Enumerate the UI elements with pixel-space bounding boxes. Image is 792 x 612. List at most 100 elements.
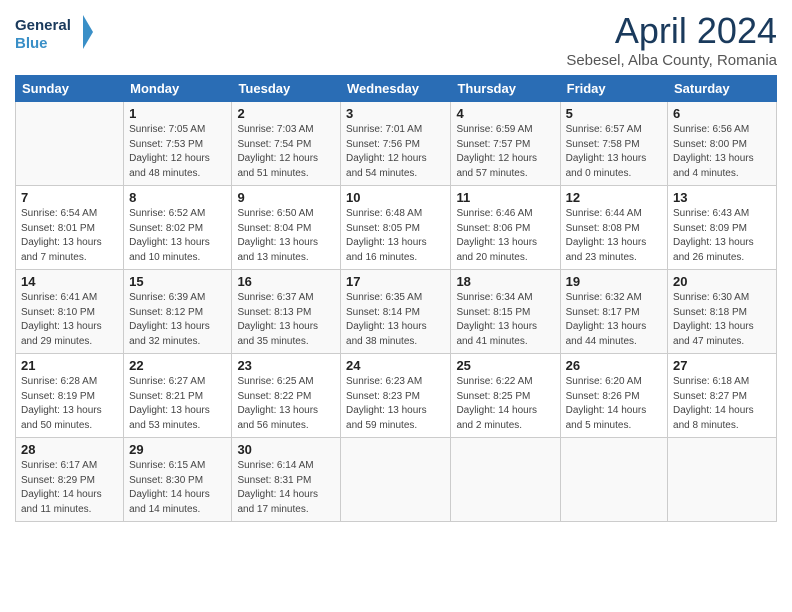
day-info: Sunrise: 6:46 AMSunset: 8:06 PMDaylight:…	[456, 207, 554, 265]
calendar-cell	[668, 438, 777, 522]
calendar-cell: 1 Sunrise: 7:05 AMSunset: 7:53 PMDaylight…	[124, 102, 232, 186]
calendar-table: SundayMondayTuesdayWednesdayThursdayFrid…	[15, 75, 777, 522]
day-info: Sunrise: 6:30 AMSunset: 8:18 PMDaylight:…	[673, 291, 771, 349]
day-info: Sunrise: 6:22 AMSunset: 8:25 PMDaylight:…	[456, 375, 554, 433]
header-row: SundayMondayTuesdayWednesdayThursdayFrid…	[16, 76, 777, 102]
calendar-cell: 2 Sunrise: 7:03 AMSunset: 7:54 PMDaylight…	[232, 102, 341, 186]
calendar-cell: 12 Sunrise: 6:44 AMSunset: 8:08 PMDayligh…	[560, 186, 667, 270]
day-number: 2	[237, 106, 335, 121]
calendar-cell: 24 Sunrise: 6:23 AMSunset: 8:23 PMDayligh…	[341, 354, 451, 438]
calendar-cell	[451, 438, 560, 522]
day-number: 28	[21, 442, 118, 457]
day-info: Sunrise: 6:43 AMSunset: 8:09 PMDaylight:…	[673, 207, 771, 265]
day-info: Sunrise: 6:32 AMSunset: 8:17 PMDaylight:…	[566, 291, 662, 349]
day-number: 6	[673, 106, 771, 121]
calendar-week-row: 21 Sunrise: 6:28 AMSunset: 8:19 PMDayligh…	[16, 354, 777, 438]
day-number: 10	[346, 190, 445, 205]
day-number: 13	[673, 190, 771, 205]
day-info: Sunrise: 6:37 AMSunset: 8:13 PMDaylight:…	[237, 291, 335, 349]
calendar-cell	[16, 102, 124, 186]
day-info: Sunrise: 6:25 AMSunset: 8:22 PMDaylight:…	[237, 375, 335, 433]
day-info: Sunrise: 6:20 AMSunset: 8:26 PMDaylight:…	[566, 375, 662, 433]
calendar-week-row: 14 Sunrise: 6:41 AMSunset: 8:10 PMDayligh…	[16, 270, 777, 354]
day-info: Sunrise: 6:14 AMSunset: 8:31 PMDaylight:…	[237, 459, 335, 517]
day-info: Sunrise: 7:01 AMSunset: 7:56 PMDaylight:…	[346, 123, 445, 181]
calendar-cell: 30Sunrise: 6:14 AMSunset: 8:31 PMDayligh…	[232, 438, 341, 522]
calendar-cell: 29Sunrise: 6:15 AMSunset: 8:30 PMDayligh…	[124, 438, 232, 522]
logo: General Blue	[15, 10, 95, 55]
header-day: Saturday	[668, 76, 777, 102]
day-info: Sunrise: 6:56 AMSunset: 8:00 PMDaylight:…	[673, 123, 771, 181]
day-info: Sunrise: 6:17 AMSunset: 8:29 PMDaylight:…	[21, 459, 118, 517]
day-info: Sunrise: 7:03 AMSunset: 7:54 PMDaylight:…	[237, 123, 335, 181]
day-info: Sunrise: 6:54 AMSunset: 8:01 PMDaylight:…	[21, 207, 118, 265]
header: General Blue April 2024 Sebesel, Alba Co…	[15, 10, 777, 69]
day-info: Sunrise: 6:23 AMSunset: 8:23 PMDaylight:…	[346, 375, 445, 433]
day-info: Sunrise: 6:50 AMSunset: 8:04 PMDaylight:…	[237, 207, 335, 265]
calendar-week-row: 7 Sunrise: 6:54 AMSunset: 8:01 PMDaylight…	[16, 186, 777, 270]
day-info: Sunrise: 6:52 AMSunset: 8:02 PMDaylight:…	[129, 207, 226, 265]
calendar-cell: 16 Sunrise: 6:37 AMSunset: 8:13 PMDayligh…	[232, 270, 341, 354]
calendar-cell: 6 Sunrise: 6:56 AMSunset: 8:00 PMDaylight…	[668, 102, 777, 186]
calendar-cell: 14 Sunrise: 6:41 AMSunset: 8:10 PMDayligh…	[16, 270, 124, 354]
header-day: Monday	[124, 76, 232, 102]
day-info: Sunrise: 7:05 AMSunset: 7:53 PMDaylight:…	[129, 123, 226, 181]
day-number: 14	[21, 274, 118, 289]
day-number: 17	[346, 274, 445, 289]
day-number: 1	[129, 106, 226, 121]
location: Sebesel, Alba County, Romania	[566, 52, 777, 69]
header-day: Tuesday	[232, 76, 341, 102]
day-number: 15	[129, 274, 226, 289]
calendar-cell: 28 Sunrise: 6:17 AMSunset: 8:29 PMDayligh…	[16, 438, 124, 522]
day-info: Sunrise: 6:39 AMSunset: 8:12 PMDaylight:…	[129, 291, 226, 349]
day-number: 12	[566, 190, 662, 205]
day-number: 11	[456, 190, 554, 205]
day-number: 23	[237, 358, 335, 373]
day-info: Sunrise: 6:27 AMSunset: 8:21 PMDaylight:…	[129, 375, 226, 433]
day-info: Sunrise: 6:44 AMSunset: 8:08 PMDaylight:…	[566, 207, 662, 265]
day-number: 19	[566, 274, 662, 289]
calendar-cell: 21 Sunrise: 6:28 AMSunset: 8:19 PMDayligh…	[16, 354, 124, 438]
calendar-cell: 13 Sunrise: 6:43 AMSunset: 8:09 PMDayligh…	[668, 186, 777, 270]
day-number: 18	[456, 274, 554, 289]
calendar-body: 1 Sunrise: 7:05 AMSunset: 7:53 PMDaylight…	[16, 102, 777, 522]
day-number: 3	[346, 106, 445, 121]
calendar-cell: 4 Sunrise: 6:59 AMSunset: 7:57 PMDaylight…	[451, 102, 560, 186]
day-number: 4	[456, 106, 554, 121]
day-number: 16	[237, 274, 335, 289]
day-info: Sunrise: 6:35 AMSunset: 8:14 PMDaylight:…	[346, 291, 445, 349]
calendar-cell: 10Sunrise: 6:48 AMSunset: 8:05 PMDayligh…	[341, 186, 451, 270]
day-number: 27	[673, 358, 771, 373]
calendar-cell: 3 Sunrise: 7:01 AMSunset: 7:56 PMDaylight…	[341, 102, 451, 186]
day-info: Sunrise: 6:15 AMSunset: 8:30 PMDaylight:…	[129, 459, 226, 517]
calendar-header: SundayMondayTuesdayWednesdayThursdayFrid…	[16, 76, 777, 102]
logo-svg: General Blue	[15, 10, 95, 55]
header-day: Wednesday	[341, 76, 451, 102]
calendar-cell: 23 Sunrise: 6:25 AMSunset: 8:22 PMDayligh…	[232, 354, 341, 438]
day-number: 21	[21, 358, 118, 373]
day-number: 8	[129, 190, 226, 205]
day-info: Sunrise: 6:28 AMSunset: 8:19 PMDaylight:…	[21, 375, 118, 433]
calendar-cell: 22 Sunrise: 6:27 AMSunset: 8:21 PMDayligh…	[124, 354, 232, 438]
day-info: Sunrise: 6:34 AMSunset: 8:15 PMDaylight:…	[456, 291, 554, 349]
day-number: 22	[129, 358, 226, 373]
day-number: 9	[237, 190, 335, 205]
day-info: Sunrise: 6:41 AMSunset: 8:10 PMDaylight:…	[21, 291, 118, 349]
calendar-cell	[560, 438, 667, 522]
day-info: Sunrise: 6:57 AMSunset: 7:58 PMDaylight:…	[566, 123, 662, 181]
day-number: 20	[673, 274, 771, 289]
calendar-cell: 9 Sunrise: 6:50 AMSunset: 8:04 PMDaylight…	[232, 186, 341, 270]
page: General Blue April 2024 Sebesel, Alba Co…	[0, 0, 792, 612]
calendar-cell: 25Sunrise: 6:22 AMSunset: 8:25 PMDayligh…	[451, 354, 560, 438]
calendar-cell	[341, 438, 451, 522]
day-number: 7	[21, 190, 118, 205]
calendar-cell: 8 Sunrise: 6:52 AMSunset: 8:02 PMDaylight…	[124, 186, 232, 270]
calendar-cell: 7 Sunrise: 6:54 AMSunset: 8:01 PMDaylight…	[16, 186, 124, 270]
calendar-cell: 26 Sunrise: 6:20 AMSunset: 8:26 PMDayligh…	[560, 354, 667, 438]
day-number: 24	[346, 358, 445, 373]
calendar-week-row: 28 Sunrise: 6:17 AMSunset: 8:29 PMDayligh…	[16, 438, 777, 522]
calendar-cell: 20 Sunrise: 6:30 AMSunset: 8:18 PMDayligh…	[668, 270, 777, 354]
calendar-cell: 11 Sunrise: 6:46 AMSunset: 8:06 PMDayligh…	[451, 186, 560, 270]
day-info: Sunrise: 6:59 AMSunset: 7:57 PMDaylight:…	[456, 123, 554, 181]
day-number: 26	[566, 358, 662, 373]
